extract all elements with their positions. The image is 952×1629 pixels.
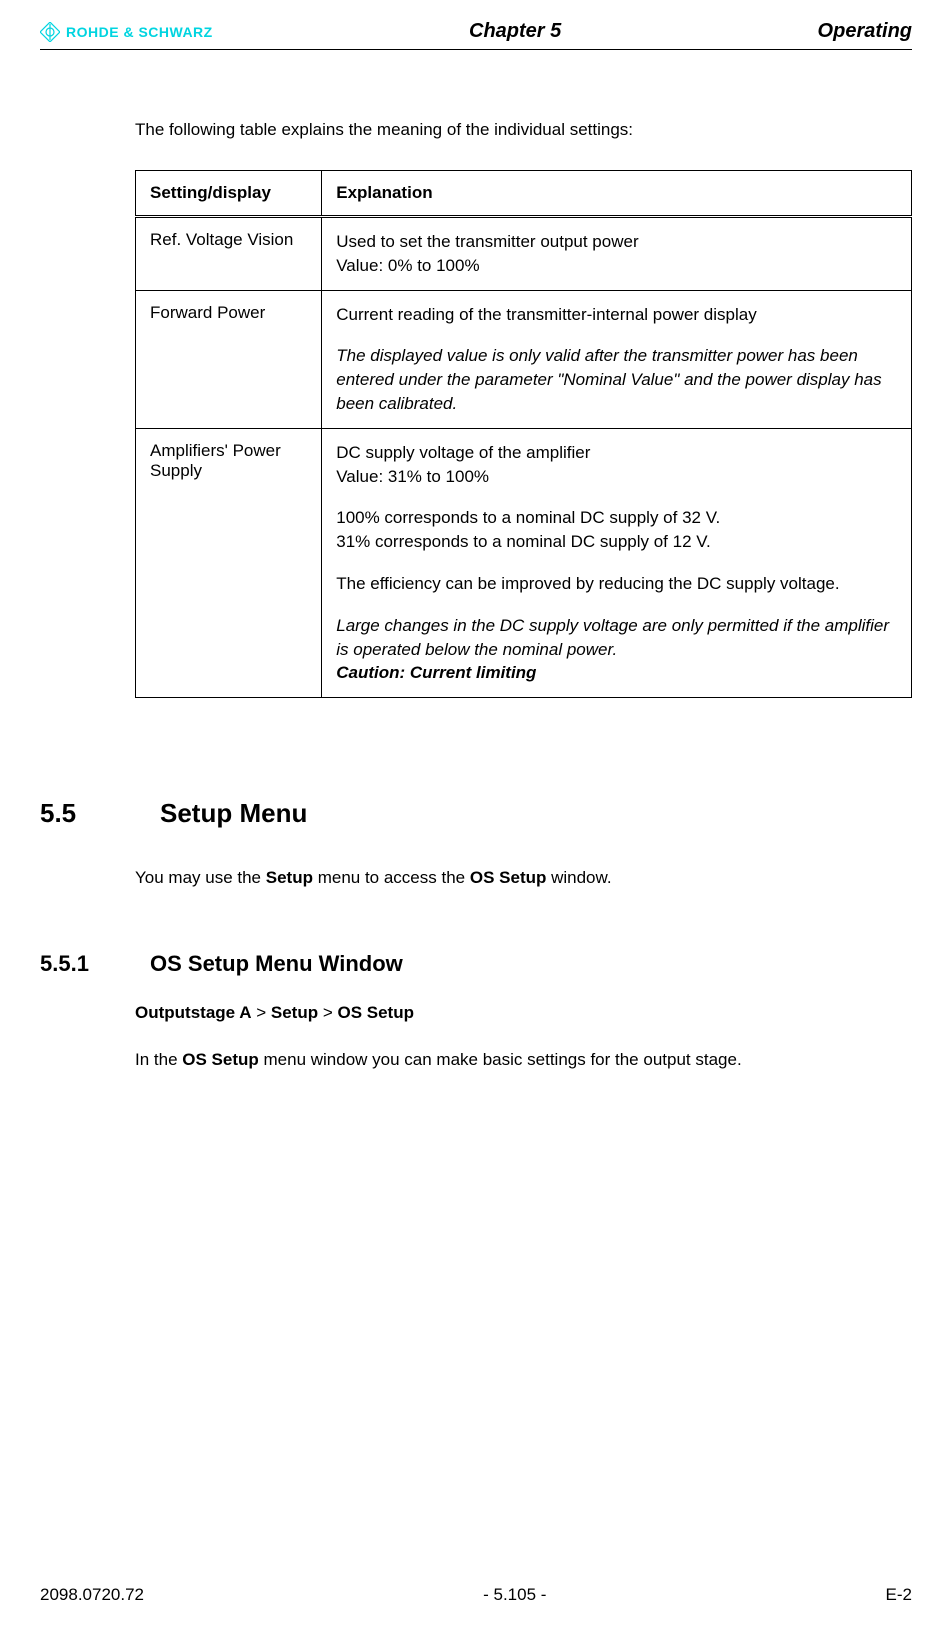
breadcrumb-c: OS Setup [337,1003,414,1022]
row1-note: The displayed value is only valid after … [336,344,897,415]
row2-caution: Caution: Current limiting [336,663,536,682]
row2-line2: Value: 31% to 100% [336,467,489,486]
footer-center: - 5.105 - [483,1585,546,1605]
chapter-title: Chapter 5 [469,20,561,43]
table-header-explanation: Explanation [322,171,912,217]
table-row: Forward Power Current reading of the tra… [136,290,912,428]
logo-icon [40,22,60,42]
row2-note: Large changes in the DC supply voltage a… [336,616,889,659]
main-content: The following table explains the meaning… [135,120,912,698]
table-row: Amplifiers' Power Supply DC supply volta… [136,428,912,697]
section55-text: You may use the Setup menu to access the… [135,865,912,891]
row0-line2: Value: 0% to 100% [336,256,479,275]
row2-line4: 31% corresponds to a nominal DC supply o… [336,532,711,551]
explanation-cell: Used to set the transmitter output power… [322,217,912,291]
footer-right: E-2 [886,1585,912,1605]
breadcrumb: Outputstage A > Setup > OS Setup [135,1003,912,1023]
setting-cell: Forward Power [136,290,322,428]
explanation-cell: DC supply voltage of the amplifier Value:… [322,428,912,697]
section-number: 5.5 [40,798,120,829]
explanation-cell: Current reading of the transmitter-inter… [322,290,912,428]
setting-cell: Amplifiers' Power Supply [136,428,322,697]
row2-line3: 100% corresponds to a nominal DC supply … [336,508,720,527]
row0-line1: Used to set the transmitter output power [336,232,638,251]
subsection-number: 5.5.1 [40,951,120,977]
intro-text: The following table explains the meaning… [135,120,912,140]
footer-left: 2098.0720.72 [40,1585,144,1605]
brand-logo: ROHDE & SCHWARZ [40,22,213,42]
row1-line1: Current reading of the transmitter-inter… [336,303,897,327]
subsection-title: OS Setup Menu Window [150,951,403,977]
breadcrumb-a: Outputstage A [135,1003,251,1022]
row2-line5: The efficiency can be improved by reduci… [336,572,897,596]
breadcrumb-b: Setup [271,1003,318,1022]
section-heading-55: 5.5 Setup Menu [40,798,912,829]
row2-line1: DC supply voltage of the amplifier [336,443,590,462]
page-header: ROHDE & SCHWARZ Chapter 5 Operating [40,20,912,50]
setting-cell: Ref. Voltage Vision [136,217,322,291]
section-name: Operating [818,20,912,43]
settings-table: Setting/display Explanation Ref. Voltage… [135,170,912,698]
section-title: Setup Menu [160,798,307,829]
subsection-heading-551: 5.5.1 OS Setup Menu Window [40,951,912,977]
table-row: Ref. Voltage Vision Used to set the tran… [136,217,912,291]
table-header-setting: Setting/display [136,171,322,217]
page-footer: 2098.0720.72 - 5.105 - E-2 [40,1585,912,1605]
logo-text: ROHDE & SCHWARZ [66,24,213,40]
section551-text: In the OS Setup menu window you can make… [135,1047,912,1073]
